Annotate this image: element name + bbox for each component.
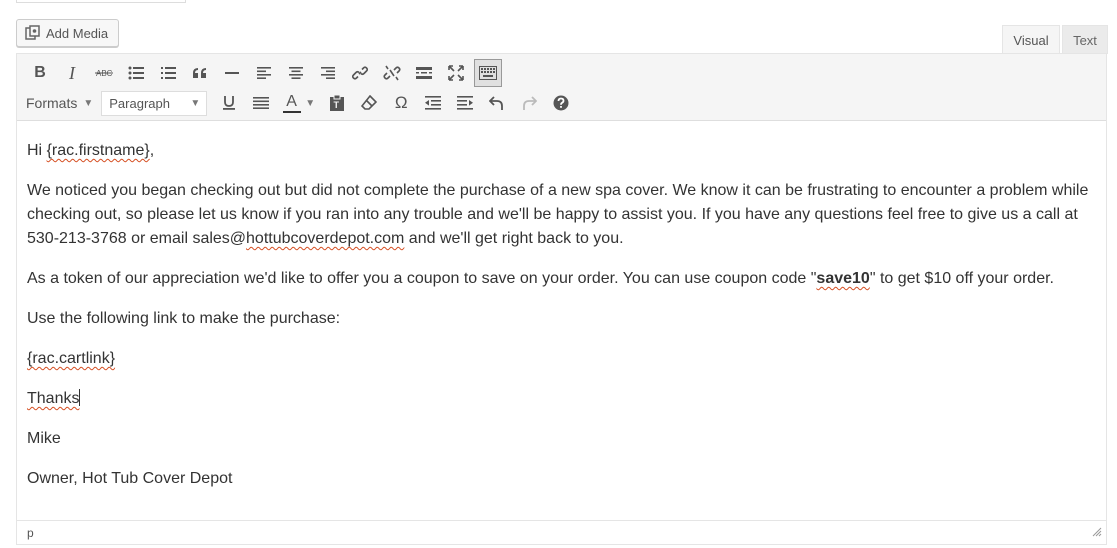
tab-text[interactable]: Text bbox=[1062, 25, 1108, 54]
editor: B I ABC Formats ▼ Paragraph ▼ A ▼ T Ω Hi… bbox=[16, 53, 1107, 545]
horizontal-line-button[interactable] bbox=[218, 59, 246, 87]
increase-indent-button[interactable] bbox=[451, 89, 479, 117]
thanks-paragraph: Thanks bbox=[27, 389, 81, 407]
clipboard-icon: T bbox=[329, 94, 345, 112]
body-paragraph-1: We noticed you began checking out but di… bbox=[27, 182, 1089, 247]
horizontal-line-icon bbox=[225, 71, 239, 75]
undo-button[interactable] bbox=[483, 89, 511, 117]
bold-button[interactable]: B bbox=[26, 59, 54, 87]
tab-visual[interactable]: Visual bbox=[1002, 25, 1060, 54]
outdent-icon bbox=[425, 96, 442, 110]
justify-icon bbox=[253, 97, 270, 109]
bold-icon: B bbox=[34, 64, 46, 81]
link-icon bbox=[352, 65, 368, 81]
coupon-code: save10 bbox=[816, 270, 870, 287]
align-center-button[interactable] bbox=[282, 59, 310, 87]
underline-icon bbox=[223, 96, 236, 110]
redo-button[interactable] bbox=[515, 89, 543, 117]
insert-link-button[interactable] bbox=[346, 59, 374, 87]
align-right-button[interactable] bbox=[314, 59, 342, 87]
italic-icon: I bbox=[69, 62, 75, 83]
firstname-placeholder: {rac.firstname} bbox=[46, 142, 150, 159]
element-path[interactable]: p bbox=[27, 526, 34, 540]
quote-icon bbox=[192, 67, 208, 79]
signature-name: Mike bbox=[27, 430, 61, 447]
text-color-button[interactable]: A ▼ bbox=[279, 89, 319, 117]
formats-label: Formats bbox=[26, 95, 78, 111]
align-left-button[interactable] bbox=[250, 59, 278, 87]
italic-button[interactable]: I bbox=[58, 59, 86, 87]
redo-icon bbox=[521, 95, 538, 111]
keyboard-shortcuts-button[interactable] bbox=[547, 89, 575, 117]
bulleted-list-button[interactable] bbox=[122, 59, 150, 87]
block-format-value: Paragraph bbox=[109, 95, 170, 111]
signature-title: Owner, Hot Tub Cover Depot bbox=[27, 470, 233, 487]
help-icon bbox=[553, 95, 569, 111]
indent-icon bbox=[457, 96, 474, 110]
read-more-button[interactable] bbox=[410, 59, 438, 87]
body-paragraph-2: As a token of our appreciation we'd like… bbox=[27, 270, 1054, 287]
editor-content[interactable]: Hi {rac.firstname}, We noticed you began… bbox=[17, 121, 1106, 521]
email-domain: hottubcoverdepot.com bbox=[246, 230, 405, 247]
decrease-indent-button[interactable] bbox=[419, 89, 447, 117]
svg-text:T: T bbox=[334, 100, 340, 110]
underline-button[interactable] bbox=[215, 89, 243, 117]
chevron-down-icon: ▼ bbox=[190, 97, 201, 109]
eraser-icon bbox=[361, 95, 378, 111]
numbered-list-button[interactable] bbox=[154, 59, 182, 87]
align-left-icon bbox=[257, 67, 271, 79]
toolbar-row-1: B I ABC bbox=[26, 58, 506, 88]
distraction-free-button[interactable] bbox=[442, 59, 470, 87]
justify-button[interactable] bbox=[247, 89, 275, 117]
body-paragraph-3: Use the following link to make the purch… bbox=[27, 310, 341, 327]
toolbar-row-2: Formats ▼ Paragraph ▼ A ▼ T Ω bbox=[26, 88, 579, 118]
align-right-icon bbox=[321, 67, 335, 79]
previous-field-edge bbox=[16, 0, 186, 3]
clear-formatting-button[interactable] bbox=[355, 89, 383, 117]
cartlink-paragraph: {rac.cartlink} bbox=[27, 347, 1096, 371]
editor-statusbar: p bbox=[17, 520, 1106, 544]
toolbar-toggle-button[interactable] bbox=[474, 59, 502, 87]
strikethrough-icon: ABC bbox=[95, 67, 113, 79]
keyboard-icon bbox=[479, 66, 497, 80]
block-format-select[interactable]: Paragraph ▼ bbox=[101, 90, 208, 116]
chevron-down-icon: ▼ bbox=[83, 97, 94, 109]
remove-link-button[interactable] bbox=[378, 59, 406, 87]
chevron-down-icon: ▼ bbox=[305, 97, 316, 109]
omega-icon: Ω bbox=[394, 93, 408, 112]
numbered-list-icon bbox=[160, 66, 176, 80]
strikethrough-button[interactable]: ABC bbox=[90, 59, 118, 87]
paste-as-text-button[interactable]: T bbox=[323, 89, 351, 117]
editor-toolbar: B I ABC Formats ▼ Paragraph ▼ A ▼ T Ω bbox=[17, 54, 1106, 121]
resize-handle-icon[interactable] bbox=[1092, 526, 1102, 540]
special-character-button[interactable]: Ω bbox=[387, 89, 415, 117]
undo-icon bbox=[489, 95, 505, 111]
add-media-button[interactable]: Add Media bbox=[16, 19, 119, 47]
unlink-icon bbox=[383, 64, 401, 82]
formats-dropdown[interactable]: Formats ▼ bbox=[26, 95, 93, 111]
fullscreen-icon bbox=[448, 65, 464, 81]
read-more-icon bbox=[416, 67, 432, 79]
cartlink-placeholder: {rac.cartlink} bbox=[27, 350, 116, 367]
greeting-paragraph: Hi {rac.firstname}, bbox=[27, 142, 155, 159]
add-media-label: Add Media bbox=[46, 25, 109, 41]
blockquote-button[interactable] bbox=[186, 59, 214, 87]
bullet-list-icon bbox=[128, 66, 144, 80]
text-color-icon: A bbox=[283, 93, 302, 113]
media-icon bbox=[25, 25, 41, 41]
text-cursor bbox=[79, 389, 81, 406]
align-center-icon bbox=[289, 67, 303, 79]
